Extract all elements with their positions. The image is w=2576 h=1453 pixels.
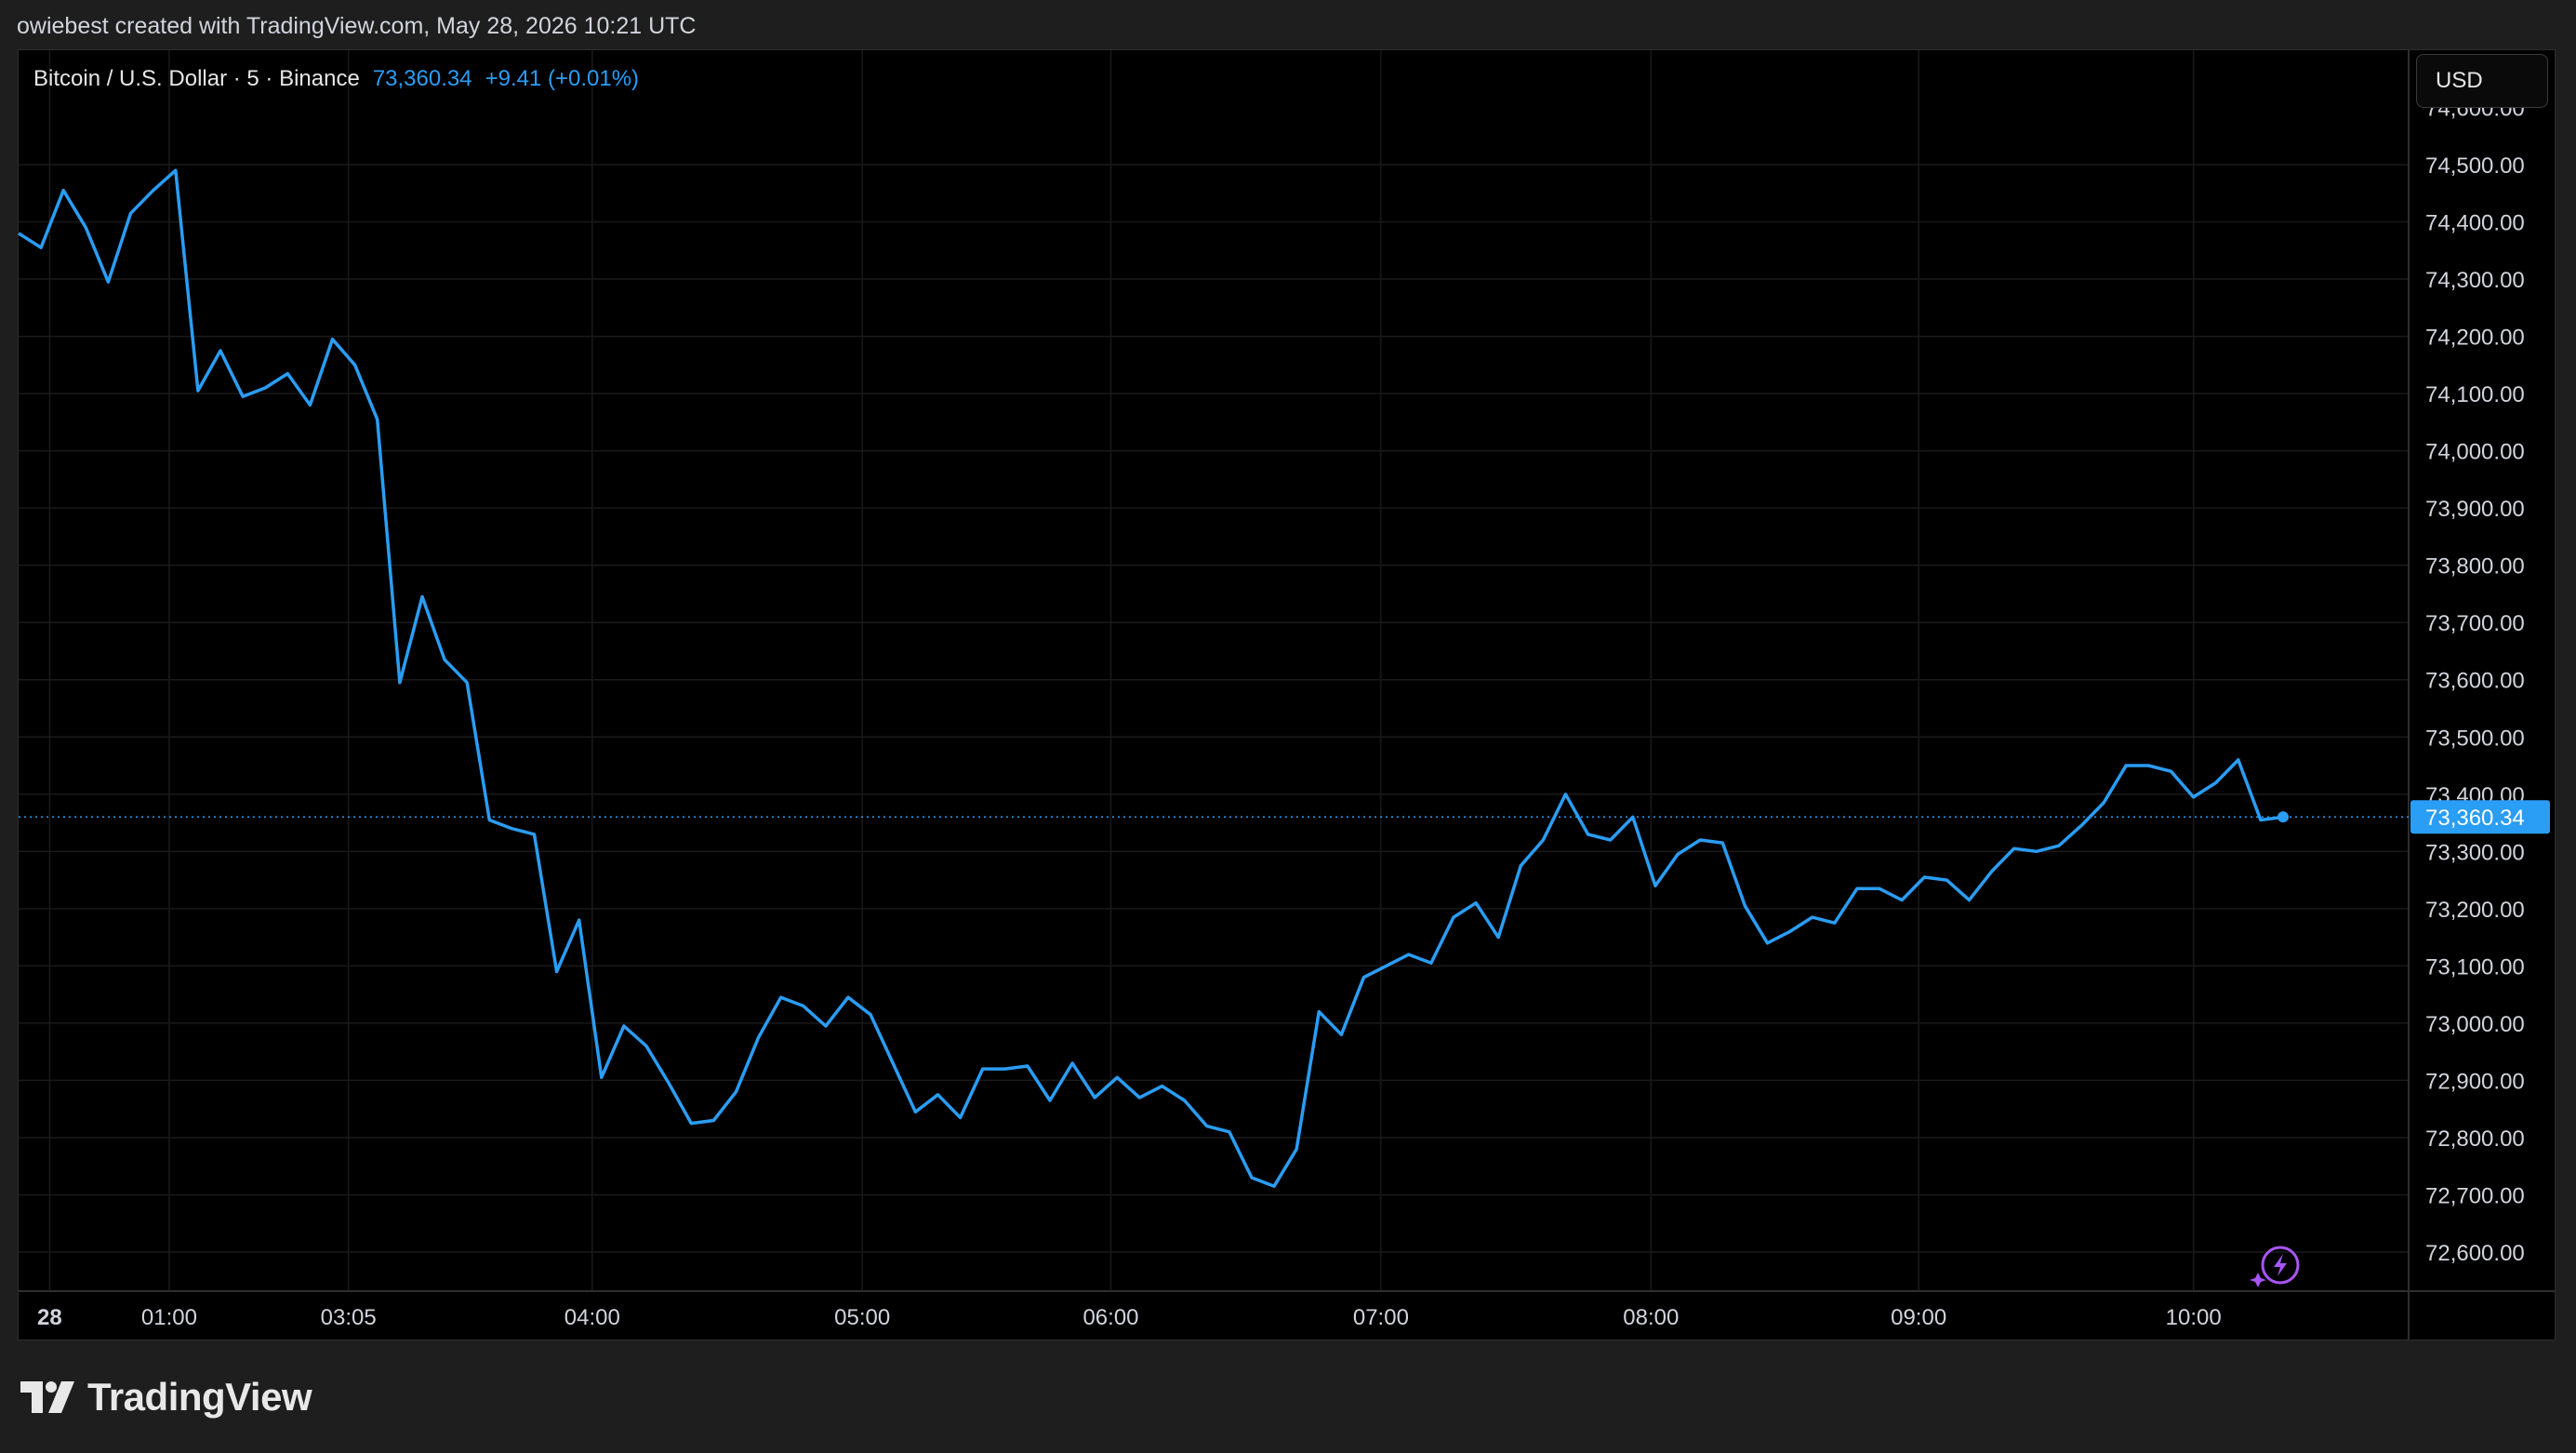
price-axis: 72,600.00 72,700.00 72,800.00 72,900.00 73,0… [2425, 96, 2525, 1266]
legend-price: 73,360.34 [372, 66, 472, 91]
price-tick-label: 73,500.00 [2425, 726, 2525, 751]
price-tick-label: 74,300.00 [2425, 268, 2525, 293]
time-tick-label: 03:05 [321, 1305, 377, 1330]
price-tick-label: 74,500.00 [2425, 153, 2525, 179]
time-tick-label: 08:00 [1623, 1305, 1679, 1330]
time-tick-label: 06:00 [1082, 1305, 1138, 1330]
tradingview-logo: TradingView [20, 1369, 312, 1425]
lightning-icon[interactable] [2250, 1246, 2300, 1287]
price-tick-label: 73,000.00 [2425, 1012, 2525, 1037]
price-chart[interactable]: 72,600.00 72,700.00 72,800.00 72,900.00 73,0… [0, 0, 2576, 1349]
price-tick-label: 72,700.00 [2425, 1183, 2525, 1208]
price-tick-label: 73,600.00 [2425, 669, 2525, 694]
time-tick-label: 04:00 [564, 1305, 620, 1330]
brand-wordmark: TradingView [87, 1375, 312, 1419]
price-tick-label: 72,900.00 [2425, 1069, 2525, 1094]
price-tick-label: 74,100.00 [2425, 382, 2525, 407]
time-tick-label: 07:00 [1353, 1305, 1409, 1330]
price-tick-label: 73,800.00 [2425, 554, 2525, 580]
price-tick-label: 74,000.00 [2425, 440, 2525, 465]
chart-grid [19, 50, 2409, 1291]
price-tick-label: 73,200.00 [2425, 898, 2525, 923]
time-tick-label: 01:00 [141, 1305, 197, 1330]
tradingview-logo-icon [20, 1381, 74, 1413]
last-price-tag-label: 73,360.34 [2425, 806, 2525, 831]
price-tick-label: 73,700.00 [2425, 611, 2525, 636]
legend-change: +9.41 (+0.01%) [485, 66, 640, 91]
price-tick-label: 74,400.00 [2425, 211, 2525, 236]
time-axis: 28 01:00 03:05 04:00 05:00 06:00 07:00 08:00 09:… [37, 1305, 2222, 1330]
time-tick-label: 09:00 [1891, 1305, 1946, 1330]
price-tick-label: 73,900.00 [2425, 497, 2525, 522]
last-price-tag: 73,360.34 [2410, 800, 2550, 834]
symbol-legend[interactable]: Bitcoin / U.S. Dollar · 5 · Binance 73,3… [33, 66, 639, 92]
last-price-dot [2277, 811, 2289, 823]
time-tick-label: 05:00 [834, 1305, 890, 1330]
time-tick-label: 28 [37, 1305, 62, 1330]
time-tick-label: 10:00 [2166, 1305, 2222, 1330]
price-tick-label: 72,600.00 [2425, 1241, 2525, 1266]
price-series-line [18, 168, 2284, 1188]
price-tick-label: 72,800.00 [2425, 1126, 2525, 1152]
currency-label: USD [2436, 68, 2483, 93]
symbol-name: Bitcoin / U.S. Dollar · 5 · Binance [33, 66, 360, 91]
currency-button[interactable]: USD [2416, 54, 2548, 108]
price-tick-label: 73,100.00 [2425, 954, 2525, 980]
price-tick-label: 74,200.00 [2425, 326, 2525, 351]
price-tick-label: 73,300.00 [2425, 840, 2525, 865]
